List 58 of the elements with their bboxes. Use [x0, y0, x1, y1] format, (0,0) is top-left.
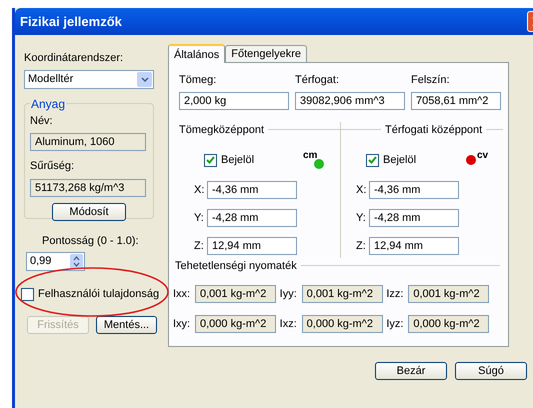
- tab[interactable]: Általános: [168, 44, 226, 63]
- field-label: Térfogat:: [295, 73, 340, 88]
- field-label: Pontosság (0 - 1.0):: [42, 234, 140, 248]
- inertia-label: Ixy:: [173, 316, 192, 332]
- value-field[interactable]: 0,000 kg-m^2: [408, 315, 490, 333]
- field-label: Tömeg:: [179, 73, 218, 88]
- coordinate-label: Y:: [356, 210, 366, 226]
- group-title: Térfogati középpont: [385, 122, 482, 138]
- coordinate-label: X:: [356, 182, 366, 198]
- inertia-label: Iyy:: [280, 286, 298, 302]
- value-field[interactable]: -4,36 mm: [369, 181, 459, 199]
- checkbox[interactable]: [366, 154, 379, 166]
- coordinate-label: Z:: [194, 238, 204, 254]
- button[interactable]: Bezár: [375, 362, 447, 380]
- value-field[interactable]: 0,001 kg-m^2: [302, 285, 383, 303]
- value-field[interactable]: 2,000 kg: [179, 92, 289, 110]
- button[interactable]: Mentés...: [96, 316, 157, 334]
- group-title: Tehetetlenségi nyomaték: [175, 258, 297, 274]
- window-title: Fizikai jellemzők: [20, 12, 122, 31]
- value-field[interactable]: 0,000 kg-m^2: [302, 315, 383, 333]
- value-field[interactable]: -4,36 mm: [207, 181, 297, 199]
- checkmark-icon: [368, 156, 377, 164]
- checkbox[interactable]: [204, 154, 217, 166]
- dropdown[interactable]: Modelltér: [24, 70, 154, 88]
- coordinate-label: Y:: [194, 210, 204, 226]
- coordinate-label: X:: [194, 182, 204, 198]
- checkbox-label: Bejelöl: [383, 152, 416, 168]
- inertia-label: Iyz:: [386, 316, 404, 332]
- checkbox-label: Felhasználói tulajdonság: [38, 287, 160, 302]
- value-field[interactable]: 7058,61 mm^2: [411, 92, 501, 110]
- spinner-arrows-icon: [70, 254, 83, 269]
- value-field[interactable]: 12,94 mm: [207, 237, 297, 255]
- field-label: Név:: [30, 114, 54, 128]
- button[interactable]: Módosít: [52, 202, 126, 220]
- field-label: Koordinátarendszer:: [24, 51, 124, 66]
- value-field[interactable]: -4,28 mm: [207, 209, 297, 227]
- value-field[interactable]: 39082,906 mm^3: [295, 92, 405, 110]
- inertia-label: Izz:: [386, 286, 404, 302]
- value-field[interactable]: 0,001 kg-m^2: [408, 285, 490, 303]
- field-label: Sűrűség:: [30, 159, 76, 174]
- group-title: Anyag: [30, 96, 66, 112]
- inertia-label: Ixz:: [280, 316, 298, 332]
- value-field[interactable]: 0,000 kg-m^2: [195, 315, 276, 333]
- checkbox[interactable]: [21, 288, 34, 301]
- group-title: Tömegközéppont: [179, 122, 264, 138]
- spinner-field[interactable]: 0,99: [26, 252, 85, 271]
- value-field[interactable]: 12,94 mm: [369, 237, 459, 255]
- inertia-label: Ixx:: [173, 286, 192, 302]
- value-field[interactable]: 51173,268 kg/m^3: [30, 178, 146, 196]
- value-field[interactable]: 0,001 kg-m^2: [195, 285, 276, 303]
- field-label: Felszín:: [411, 73, 451, 88]
- checkmark-icon: [206, 156, 215, 164]
- value-field[interactable]: -4,28 mm: [369, 209, 459, 227]
- coordinate-label: Z:: [356, 238, 366, 254]
- value-field[interactable]: Aluminum, 1060: [30, 133, 146, 151]
- tab[interactable]: Főtengelyekre: [225, 45, 307, 62]
- button[interactable]: Súgó: [455, 362, 527, 380]
- checkbox-label: Bejelöl: [221, 152, 254, 168]
